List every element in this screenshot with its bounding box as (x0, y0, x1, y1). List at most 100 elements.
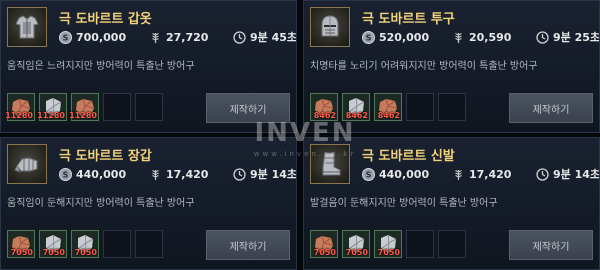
empty-material-slot[interactable] (135, 230, 163, 258)
recipe-description: 움직임이 둔해지지만 방어력이 특출난 방어구 (7, 198, 195, 209)
material-count: 7050 (313, 248, 336, 257)
energy-value: 27,720 (166, 30, 209, 44)
material-count: 11280 (5, 111, 33, 120)
wheat-icon (152, 32, 159, 43)
svg-text:S: S (366, 170, 372, 179)
energy-cost: 20,590 (452, 31, 536, 44)
time-value: 9분 45초 (250, 31, 297, 44)
material-slot[interactable]: 7050 (310, 230, 338, 258)
craft-time: 9분 14초 (536, 166, 600, 182)
material-slots: 11280 11280 11280 (5, 93, 167, 121)
empty-material-slot[interactable] (135, 93, 163, 121)
material-slot[interactable]: 7050 (342, 230, 370, 258)
empty-material-slot[interactable] (438, 230, 466, 258)
silver-value: 700,000 (76, 30, 127, 44)
gauntlet-icon (7, 144, 47, 184)
craft-button[interactable]: 제작하기 (206, 230, 290, 260)
silver-cost: S 440,000 (59, 167, 149, 181)
silver-cost: S 520,000 (362, 30, 452, 44)
energy-cost: 17,420 (149, 168, 233, 181)
wheat-icon (152, 169, 159, 180)
empty-material-slot[interactable] (103, 93, 131, 121)
clock-icon (233, 30, 246, 44)
material-count: 7050 (377, 248, 400, 257)
material-slot[interactable]: 8462 (374, 93, 402, 121)
material-slots: 7050 7050 7050 (310, 230, 470, 258)
material-slot[interactable]: 11280 (69, 93, 99, 121)
silver-coin-icon: S (362, 167, 375, 181)
material-slot[interactable]: 11280 (5, 93, 35, 121)
wheat-icon (455, 169, 462, 180)
clock-icon (233, 167, 246, 181)
material-count: 8462 (377, 111, 400, 120)
silver-value: 440,000 (76, 167, 127, 181)
material-count: 11280 (37, 111, 65, 120)
material-slot[interactable]: 8462 (310, 93, 338, 121)
recipe-description: 발걸음이 둔해지지만 방어력이 특출난 방어구 (310, 198, 498, 209)
craft-button[interactable]: 제작하기 (509, 93, 593, 123)
craft-button[interactable]: 제작하기 (509, 230, 593, 260)
recipe-description: 움직임은 느려지지만 방어력이 특출난 방어구 (7, 61, 195, 72)
recipe-card-helmet: 극 도바르트 투구 S 520,000 20,590 9분 25초 치명타를 노… (303, 0, 600, 133)
clock-icon (536, 167, 549, 181)
material-slot[interactable]: 8462 (342, 93, 370, 121)
material-count: 7050 (74, 248, 97, 257)
silver-cost: S 700,000 (59, 30, 149, 44)
material-count: 8462 (345, 111, 368, 120)
recipe-stats: S 440,000 17,420 9분 14초 (362, 166, 600, 182)
material-slot[interactable]: 7050 (71, 230, 99, 258)
material-slot[interactable]: 7050 (39, 230, 67, 258)
energy-value: 17,420 (166, 167, 209, 181)
chest-armor-icon (7, 7, 47, 47)
empty-material-slot[interactable] (406, 230, 434, 258)
recipe-card-boots: 극 도바르트 신발 S 440,000 17,420 9분 14초 발걸음이 둔… (303, 137, 600, 270)
recipe-stats: S 440,000 17,420 9분 14초 (59, 166, 297, 182)
boots-icon (310, 144, 350, 184)
craft-time: 9분 25초 (536, 29, 600, 45)
recipe-stats: S 700,000 27,720 9분 45초 (59, 29, 297, 45)
craft-button[interactable]: 제작하기 (206, 93, 290, 123)
time-value: 9분 14초 (250, 168, 297, 181)
silver-coin-icon: S (59, 167, 72, 181)
recipe-stats: S 520,000 20,590 9분 25초 (362, 29, 600, 45)
silver-value: 520,000 (379, 30, 430, 44)
empty-material-slot[interactable] (406, 93, 434, 121)
silver-coin-icon: S (362, 30, 375, 44)
recipe-description: 치명타를 노리기 어려워지지만 방어력이 특출난 방어구 (310, 61, 538, 72)
material-slots: 7050 7050 7050 (7, 230, 167, 258)
material-count: 11280 (69, 111, 97, 120)
time-value: 9분 14초 (553, 168, 600, 181)
material-count: 7050 (42, 248, 65, 257)
recipe-title: 극 도바르트 갑옷 (59, 12, 152, 27)
recipe-title: 극 도바르트 투구 (362, 12, 455, 27)
clock-icon (536, 30, 549, 44)
silver-value: 440,000 (379, 167, 430, 181)
energy-value: 20,590 (469, 30, 512, 44)
craft-time: 9분 14초 (233, 166, 297, 182)
material-slot[interactable]: 7050 (7, 230, 35, 258)
material-slot[interactable]: 7050 (374, 230, 402, 258)
energy-cost: 17,420 (452, 168, 536, 181)
silver-coin-icon: S (59, 30, 72, 44)
material-count: 7050 (10, 248, 33, 257)
recipe-title: 극 도바르트 신발 (362, 149, 455, 164)
silver-cost: S 440,000 (362, 167, 452, 181)
material-count: 7050 (345, 248, 368, 257)
time-value: 9분 25초 (553, 31, 600, 44)
recipe-grid: 극 도바르트 갑옷 S 700,000 27,720 9분 45초 움직임은 느… (0, 0, 600, 270)
energy-cost: 27,720 (149, 31, 233, 44)
svg-text:S: S (63, 170, 69, 179)
empty-material-slot[interactable] (103, 230, 131, 258)
material-count: 8462 (313, 111, 336, 120)
energy-value: 17,420 (469, 167, 512, 181)
material-slots: 8462 8462 8462 (310, 93, 470, 121)
recipe-title: 극 도바르트 장갑 (59, 149, 152, 164)
svg-text:S: S (366, 33, 372, 42)
helmet-icon (310, 7, 350, 47)
craft-time: 9분 45초 (233, 29, 297, 45)
recipe-card-chest-armor: 극 도바르트 갑옷 S 700,000 27,720 9분 45초 움직임은 느… (0, 0, 297, 133)
wheat-icon (455, 32, 462, 43)
empty-material-slot[interactable] (438, 93, 466, 121)
svg-text:S: S (63, 33, 69, 42)
material-slot[interactable]: 11280 (37, 93, 67, 121)
